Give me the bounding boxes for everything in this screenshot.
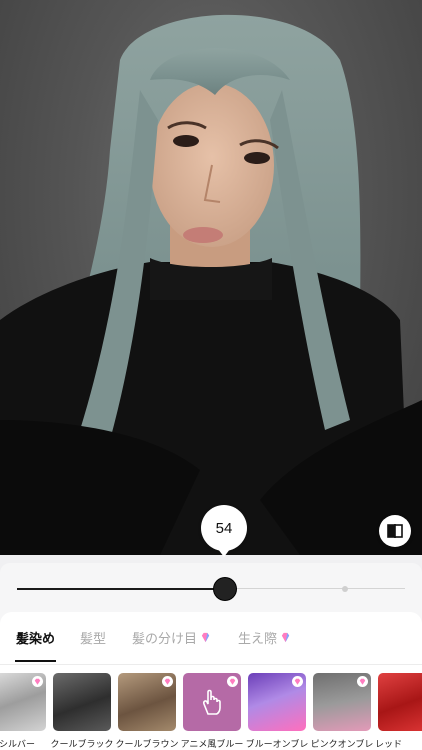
hand-icon — [203, 689, 221, 715]
premium-gem-icon — [32, 676, 43, 687]
color-swatch-red[interactable] — [378, 673, 422, 731]
tab-hairstyle[interactable]: 髪型 — [80, 628, 106, 647]
tab-label: 髪染め — [16, 632, 56, 647]
premium-gem-icon — [357, 676, 368, 687]
premium-gem-icon — [201, 632, 210, 643]
slider-value-bubble: 54 — [201, 505, 247, 557]
color-swatch-pink-ombre[interactable] — [313, 673, 371, 731]
tab-hairline[interactable]: 生え際 — [238, 628, 291, 647]
color-swatch-blue-ombre[interactable] — [248, 673, 306, 731]
tab-hair-color[interactable]: 髪染め — [16, 628, 55, 647]
premium-gem-icon — [292, 676, 303, 687]
tab-label: 生え際 — [238, 632, 278, 647]
color-swatch-silver[interactable] — [0, 673, 46, 731]
premium-gem-icon — [227, 676, 238, 687]
color-swatch-cool-brown[interactable] — [118, 673, 176, 731]
tab-label: 髪の分け目 — [132, 632, 198, 647]
swatch-label: レッド — [375, 740, 403, 750]
swatch-label: ブルーオンブレ — [245, 740, 309, 750]
tab-label: 髪型 — [80, 632, 107, 647]
portrait-image — [0, 14, 422, 555]
swatch-label: アニメ風ブルー — [180, 740, 244, 750]
premium-gem-icon — [162, 676, 173, 687]
swatch-label: クールブラック — [50, 740, 114, 750]
category-tabs: 髪染め 髪型 髪の分け目 生え際 — [0, 628, 422, 650]
slider-track[interactable] — [225, 588, 405, 589]
slider-track-fill — [17, 588, 225, 590]
slider-default-marker — [342, 586, 348, 592]
premium-gem-icon — [281, 632, 290, 643]
color-swatch-anime-blue[interactable] — [183, 673, 241, 731]
active-tab-indicator — [15, 660, 56, 662]
compare-button[interactable] — [379, 515, 411, 547]
slider-value: 54 — [215, 519, 233, 537]
photo-preview — [0, 0, 422, 555]
slider-thumb[interactable] — [214, 578, 236, 600]
color-swatch-cool-black[interactable] — [53, 673, 111, 731]
swatch-label: ピンクオンブレ — [310, 740, 374, 750]
swatch-label: クールブラウン — [115, 740, 179, 750]
compare-split-icon — [387, 524, 403, 538]
divider — [0, 664, 422, 665]
tab-hair-part[interactable]: 髪の分け目 — [132, 628, 211, 647]
